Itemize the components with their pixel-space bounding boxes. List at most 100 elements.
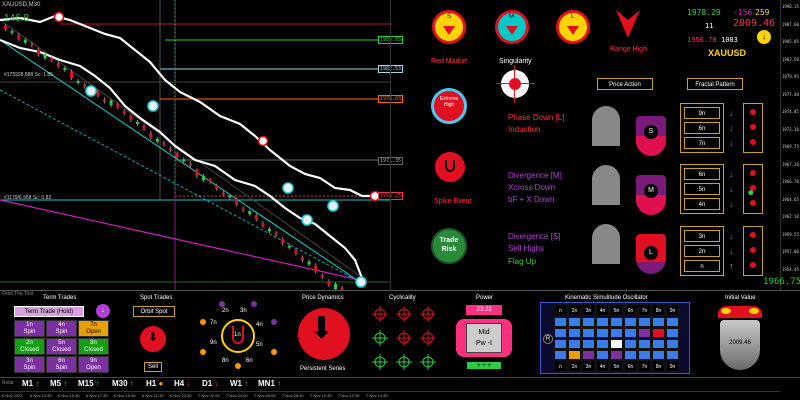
kso-header: 8n [652, 304, 665, 316]
trade-cell[interactable]: 8n Closed [78, 338, 109, 355]
term-trade-hold-button[interactable]: Term Trade (Hold) [14, 306, 84, 317]
kso-cell [624, 339, 637, 349]
time-tick: 7 Nov 08:30 [282, 393, 304, 398]
sell-button[interactable]: Sell [144, 362, 162, 372]
timeframe-bar: M1 ↑ M5 ↑ M15 ↑ M30 ↑ H1 ● H4 ↓ D1 ↓ W1 ↑ MN1 ↑ [22, 378, 282, 390]
stat-b: -156 [733, 8, 753, 17]
kso-cell [554, 328, 567, 338]
price-chart[interactable]: XAUUSD,M30 146.8 #175928,888 Sc: 1.85 #1… [0, 0, 404, 321]
price-tick: 1964.65 [782, 196, 799, 202]
stat-e: 11 [705, 22, 714, 30]
timeframe-button[interactable]: D1 ↓ [202, 379, 218, 388]
arrow-icons: ↓ ↓ ↑ [729, 231, 734, 271]
kso-header: n [554, 304, 567, 316]
tf-box[interactable]: 2n [684, 245, 720, 257]
candle [155, 138, 159, 142]
stat-f: 1956.78 [687, 36, 717, 44]
candle [175, 153, 179, 158]
down-arrow-icon [506, 26, 518, 35]
candle [301, 257, 304, 261]
kso-cell [610, 328, 623, 338]
orbit-label: 2n [222, 308, 229, 314]
power-title: Power [476, 295, 494, 301]
trade-cell[interactable]: 4n Spin [46, 320, 77, 337]
tf-box[interactable]: 4n [684, 198, 720, 210]
candle [241, 208, 245, 211]
price-dynamics-title: Price Dynamics [302, 295, 344, 301]
kso-cell [568, 328, 581, 338]
trade-cell[interactable]: 2n Closed [14, 338, 45, 355]
candle [188, 163, 192, 167]
timeframe-button[interactable]: M1 ↑ [22, 379, 39, 388]
orbit-spot-button[interactable]: Orbit Spot [133, 306, 175, 317]
kso-cell [652, 339, 665, 349]
trade-cell[interactable]: 9n Open [78, 356, 109, 373]
candle [208, 179, 212, 182]
trend-line-cyan [0, 39, 361, 283]
tf-box[interactable]: 6n [684, 122, 720, 134]
pillar-grey [592, 106, 620, 146]
kso-cell [638, 328, 651, 338]
kso-footer: 9n [666, 360, 679, 372]
circle-s-letter: S [447, 14, 452, 20]
range-high-label: Range High [610, 46, 647, 53]
left-label-1: #175928,888 Sc: 1.85 [4, 72, 53, 78]
time-tick: 6 Nov 13:30 [30, 393, 52, 398]
price-action-button[interactable]: Price Action [597, 78, 653, 90]
kso-cell [610, 350, 623, 360]
kso-header: 5n [610, 304, 623, 316]
price-tick: 1977.40 [782, 91, 799, 97]
timeframe-button[interactable]: M5 ↑ [50, 379, 67, 388]
timeframe-button[interactable]: H4 ↓ [174, 379, 190, 388]
candle [307, 261, 311, 265]
timeframe-button[interactable]: MN1 ↑ [258, 379, 281, 388]
orbit-widget: 2n 3n 4n 9n 1n 5n 8n 7n 6n [196, 296, 280, 376]
fractal-pattern-button[interactable]: Fractal Pattern [687, 78, 743, 90]
time-tick: 7 Nov 04:00 [226, 393, 248, 398]
tf-box[interactable]: 6n [684, 168, 720, 180]
kso-cell [666, 317, 679, 327]
trade-cell[interactable]: 5n Closed [46, 338, 77, 355]
kso-cell [596, 317, 609, 327]
time-tick: 7 Nov 10:30 [310, 393, 332, 398]
indicator-panel: S M L Range High 1978.29 -156 259 2009.4… [391, 0, 780, 290]
trade-cell[interactable]: 7n Open [78, 320, 109, 337]
initial-value: 2009.46 [720, 320, 760, 370]
trade-cell[interactable]: 3n Spin [14, 356, 45, 373]
price-tick: 1957.00 [782, 249, 799, 254]
tf-box[interactable]: 5n [684, 183, 720, 195]
time-tick: 6 Nov 21:30 [142, 393, 164, 398]
candle [122, 111, 126, 114]
timeframe-button[interactable]: H1 ● [146, 379, 163, 388]
trade-cell[interactable]: 1n Spin [14, 320, 45, 337]
candle [17, 34, 21, 39]
orbit-label: 1n [234, 332, 241, 338]
kso-footer: 5n [610, 360, 623, 372]
tf-box[interactable]: 7n [684, 137, 720, 149]
tf-box[interactable]: 3n [684, 230, 720, 242]
trend-arrow-icon: ↓ [184, 379, 191, 388]
timeframe-button[interactable]: M15 ↑ [78, 379, 100, 388]
trade-cell[interactable]: 6n Spin [46, 356, 77, 373]
signal-dot [750, 247, 756, 253]
kso-left-label: R [543, 334, 553, 344]
timeframe-button[interactable]: M30 ↑ [112, 379, 134, 388]
tf-box[interactable]: n [684, 260, 720, 272]
candle [327, 281, 331, 286]
tf-box[interactable]: 9n [684, 107, 720, 119]
price-tick: 1969.75 [782, 144, 799, 149]
arrow-icons: ↓ ↓ ↓ [729, 169, 734, 209]
trading-dashboard: { "chart":{ "symbol":"XAUUSD,M30", "top_… [0, 0, 800, 400]
footer-label: Orbit The Tool [2, 291, 34, 297]
trend-line-magenta [0, 199, 361, 281]
price-tick: 1962.10 [782, 214, 799, 219]
timeframe-button[interactable]: W1 ↑ [230, 379, 248, 388]
kso-cell [596, 350, 609, 360]
top-value: 146.8 [4, 13, 30, 24]
signal-dot [750, 139, 756, 145]
kso-cell [624, 317, 637, 327]
time-tick: 7 Nov 14:30 [366, 393, 388, 398]
candle [274, 232, 278, 235]
kso-header: 9n [666, 304, 679, 316]
candle [23, 39, 27, 43]
